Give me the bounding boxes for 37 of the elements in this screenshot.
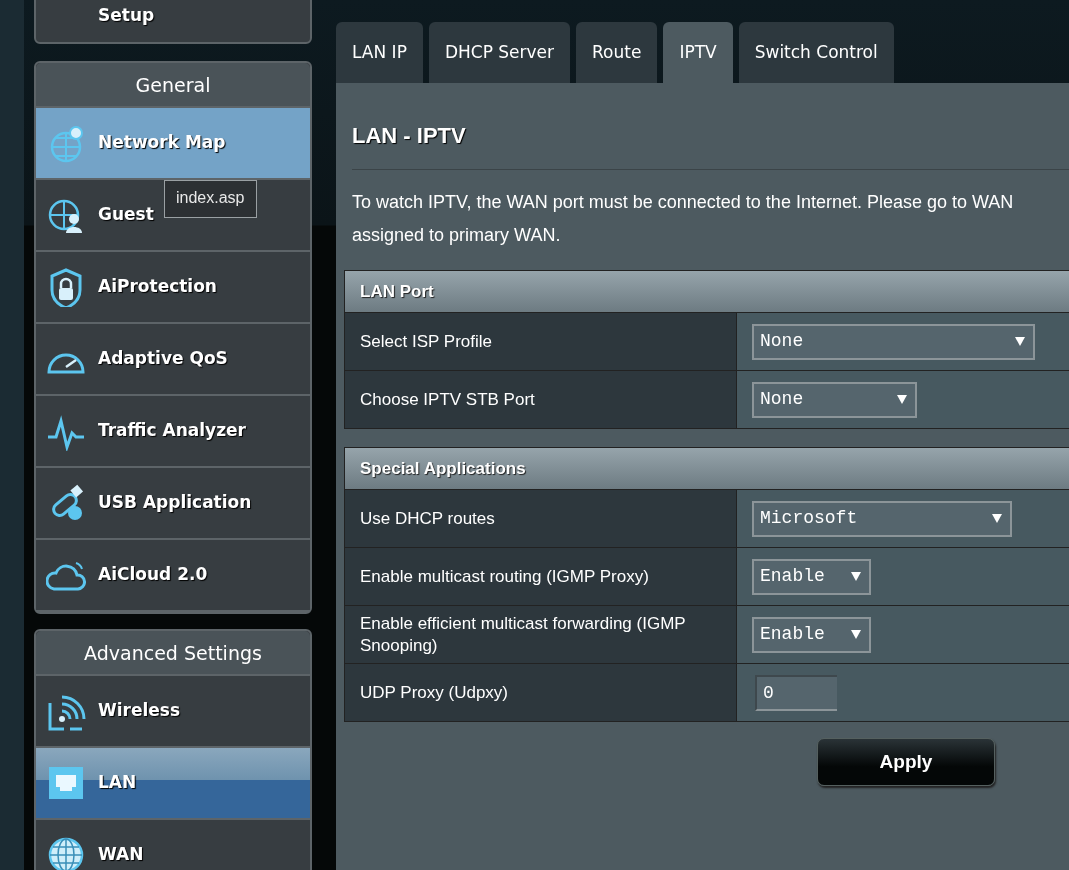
menu-label: Setup	[98, 3, 155, 27]
field-label: Choose IPTV STB Port	[345, 371, 737, 429]
caret-icon	[992, 514, 1002, 524]
caret-icon	[851, 572, 861, 582]
globe-icon	[46, 835, 86, 870]
dropdown[interactable]: None	[752, 323, 1035, 360]
field-label: Enable efficient multicast forwarding (IGMP Snooping)	[345, 606, 737, 664]
caret-icon	[851, 630, 861, 640]
description-text: assigned to primary WAN.	[352, 224, 562, 248]
dropdown[interactable]: Enable	[752, 616, 871, 653]
tab[interactable]: Route	[576, 22, 658, 83]
tab[interactable]: LAN IP	[336, 22, 423, 83]
tab[interactable]: DHCP Server	[428, 22, 571, 83]
field-label: UDP Proxy (Udpxy)	[345, 664, 737, 722]
group-header: Advanced Settings	[36, 631, 310, 676]
tab[interactable]: IPTV	[663, 22, 733, 83]
page-title: LAN - IPTV	[352, 123, 467, 150]
tooltip: index.asp	[164, 180, 257, 218]
dropdown[interactable]: None	[752, 381, 917, 418]
section-header: LAN Port	[345, 271, 1069, 313]
apply-button[interactable]: Apply	[817, 738, 995, 787]
sidebar-item[interactable]: LAN	[36, 748, 310, 820]
tab[interactable]: Switch Control	[738, 22, 894, 83]
input-field[interactable]: 0	[755, 674, 837, 711]
caret-icon	[1015, 337, 1025, 347]
section-header: Special Applications	[345, 448, 1069, 490]
wan-link[interactable]: WAN	[972, 192, 1014, 213]
caret-icon	[897, 395, 907, 405]
sidebar-item[interactable]: Guest index.asp	[36, 180, 310, 252]
setup-card[interactable]: Setup	[34, 0, 312, 44]
field-label: Use DHCP routes	[345, 490, 737, 548]
description-text: To watch IPTV, the WAN port must be connected to the Internet. Please go to	[352, 192, 968, 213]
field-label: Enable multicast routing (IGMP Proxy)	[345, 548, 737, 606]
field-label: Select ISP Profile	[345, 313, 737, 371]
dropdown[interactable]: Enable	[752, 558, 871, 595]
group-header: General	[36, 63, 310, 108]
dropdown[interactable]: Microsoft	[752, 500, 1012, 537]
